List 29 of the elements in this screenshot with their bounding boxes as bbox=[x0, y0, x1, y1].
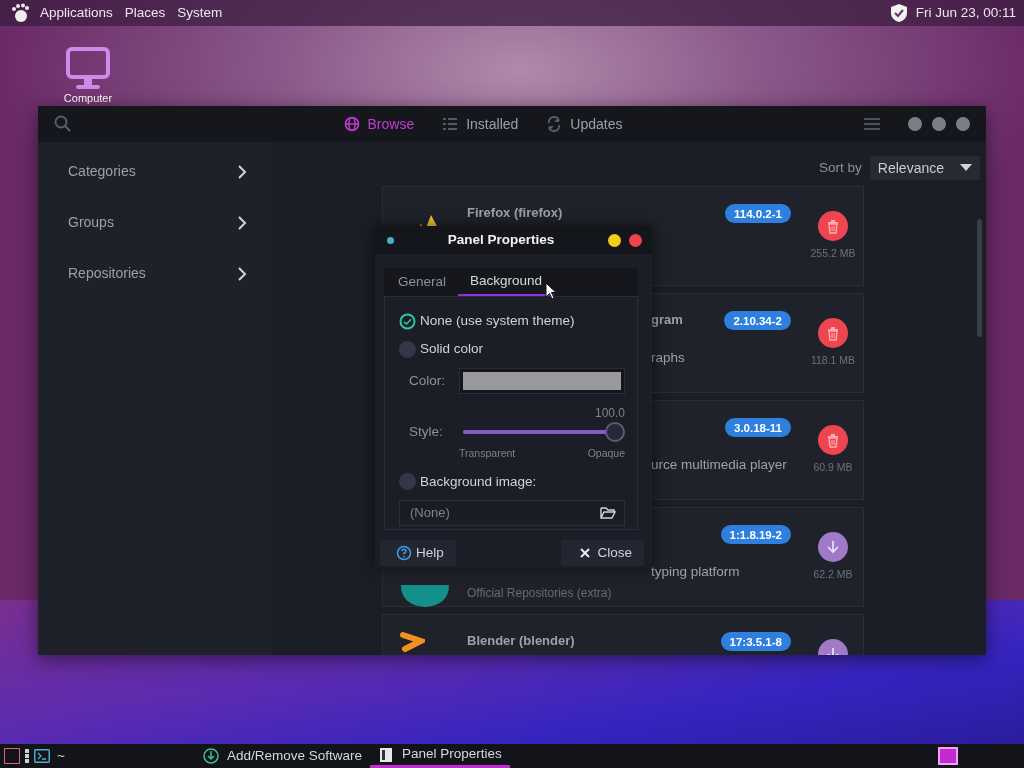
version-badge: 114.0.2-1 bbox=[725, 204, 791, 223]
scale-label: Opaque bbox=[587, 446, 625, 461]
version-badge: 2.10.34-2 bbox=[724, 311, 791, 330]
package-name: Firefox (firefox) bbox=[467, 204, 564, 222]
version-badge: 3.0.18-11 bbox=[725, 418, 791, 437]
package-description: raphs bbox=[651, 349, 686, 367]
field-label: Style: bbox=[409, 422, 443, 441]
version-badge: 17:3.5.1-8 bbox=[720, 632, 791, 651]
radio-label: Solid color bbox=[420, 339, 484, 358]
field-label: Color: bbox=[409, 371, 445, 390]
repository-label: Official Repositories (extra) bbox=[467, 585, 613, 602]
package-size: 62.2 MB bbox=[813, 567, 853, 582]
package-name: Blender (blender) bbox=[467, 632, 576, 650]
field-placeholder: (None) bbox=[410, 504, 450, 522]
radio-label: Background image: bbox=[420, 472, 537, 491]
scale-label: Transparent bbox=[459, 446, 516, 461]
package-size: 118.1 MB bbox=[810, 353, 856, 368]
version-badge: 1:1.8.19-2 bbox=[720, 525, 791, 544]
dialog-title: Panel Properties bbox=[446, 230, 556, 249]
terminal-label: ~ bbox=[57, 746, 65, 765]
radio-label: None (use system theme) bbox=[420, 311, 575, 330]
package-size: 60.9 MB bbox=[813, 460, 853, 475]
icon-label: Computer bbox=[63, 92, 113, 104]
slider-value: 100.0 bbox=[594, 405, 625, 422]
sort-label: Sort by bbox=[819, 158, 862, 177]
package-description: urce multimedia player bbox=[651, 456, 787, 474]
package-name: gram bbox=[651, 311, 684, 329]
package-size: 255.2 MB bbox=[810, 246, 856, 261]
package-description: typing platform bbox=[651, 563, 740, 581]
